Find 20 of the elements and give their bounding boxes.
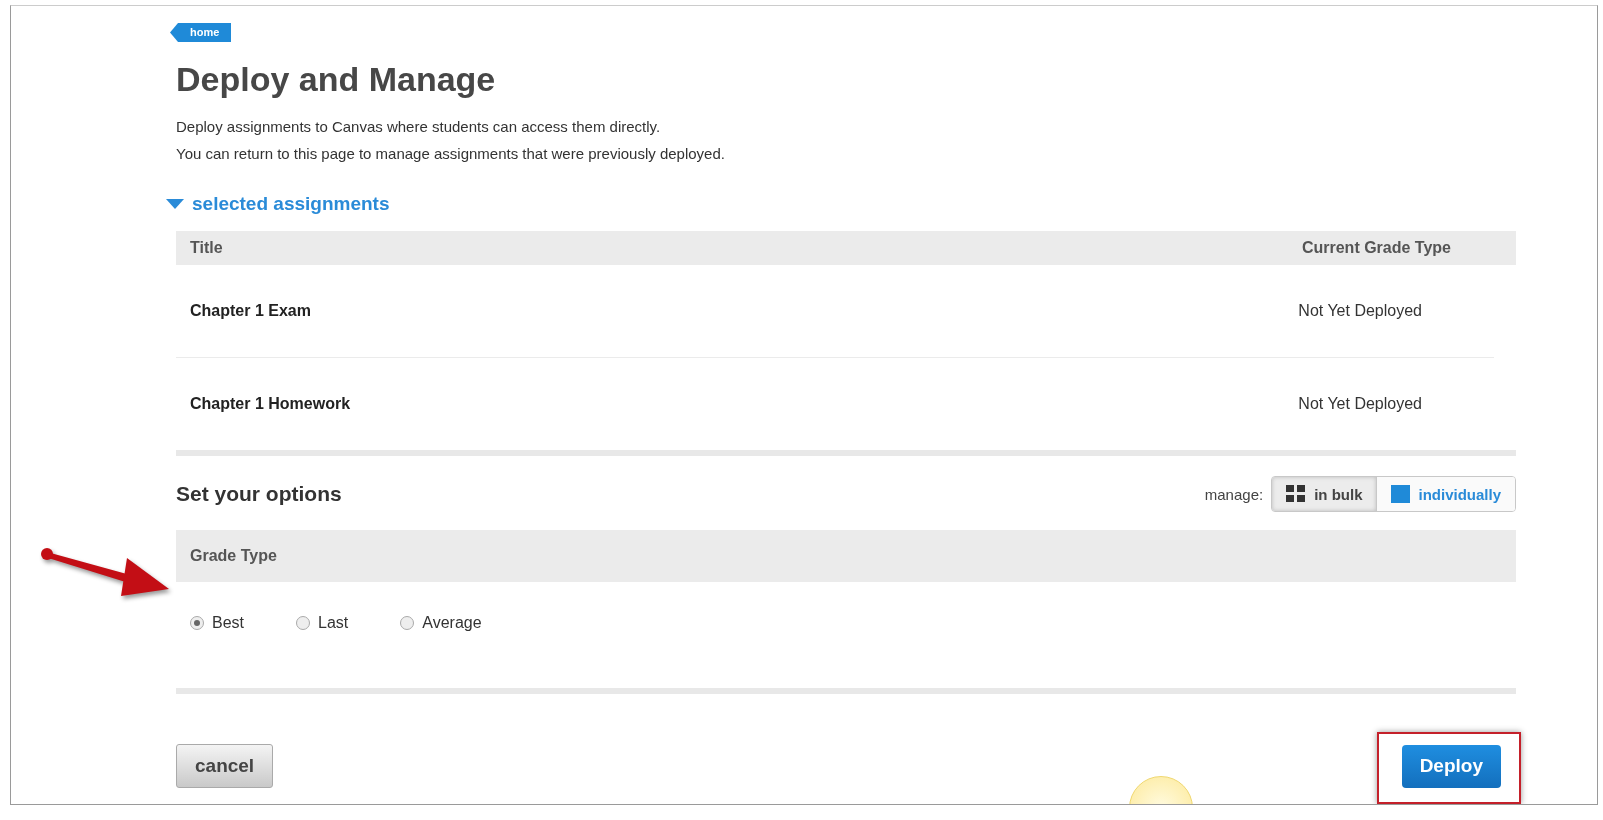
grade-type-radio[interactable]: Best	[190, 614, 244, 632]
assignment-title: Chapter 1 Homework	[190, 395, 351, 413]
description-line: You can return to this page to manage assignments that were previously deployed.	[176, 144, 726, 164]
description-line: Deploy assignments to Canvas where students can access them directly.	[176, 117, 662, 137]
cancel-button[interactable]: cancel	[176, 744, 274, 788]
column-header: Title	[190, 239, 223, 257]
grade-type-label: Grade Type	[190, 547, 277, 565]
home-breadcrumb[interactable]: home	[170, 23, 232, 42]
section-toggle[interactable]: selected assignments	[166, 193, 390, 215]
deploy-button[interactable]: Deploy	[1401, 744, 1501, 788]
assignment-title: Chapter 1 Exam	[190, 302, 311, 320]
grade-type-cell: Not Yet Deployed	[1298, 395, 1422, 413]
manage-mode-button[interactable]: in bulk	[1272, 477, 1377, 511]
column-header: Current Grade Type	[1301, 239, 1451, 257]
grade-type-radio[interactable]: Last	[296, 614, 349, 632]
options-title: Set your options	[176, 482, 342, 506]
grade-type-cell: Not Yet Deployed	[1298, 302, 1422, 320]
page-title: Deploy and Manage	[176, 60, 497, 99]
manage-label: manage:	[1204, 485, 1264, 503]
grade-type-radio[interactable]: Average	[400, 614, 482, 632]
